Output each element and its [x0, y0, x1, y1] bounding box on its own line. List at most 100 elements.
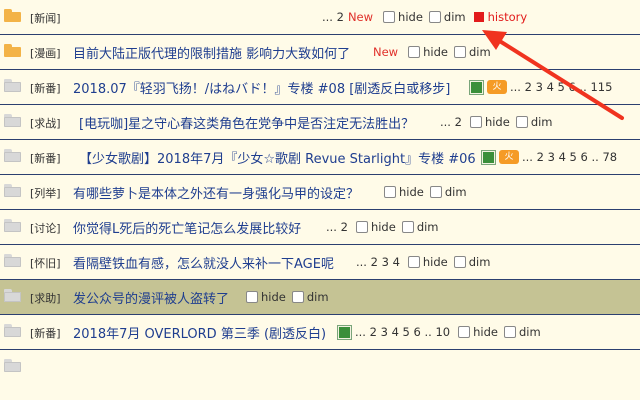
- dim-label: dim: [530, 115, 553, 129]
- dim-label: dim: [468, 255, 491, 269]
- topic-tag[interactable]: [新番]: [30, 150, 61, 166]
- folder-icon: [4, 254, 21, 267]
- history-link[interactable]: history: [488, 10, 528, 24]
- page-links[interactable]: ... 2 3 4: [356, 255, 400, 269]
- topic-title[interactable]: 【少女歌剧】2018年7月『少女☆歌剧 Revue Starlight』专楼 #…: [79, 148, 476, 167]
- topic-row: [求助] 发公众号的漫评被人盗转了 hide dim: [0, 280, 640, 315]
- topic-meta: 火 ... 2 3 4 5 6 .. 115: [466, 79, 616, 95]
- topic-title[interactable]: 目前大陆正版代理的限制措施 影响力大致如何了: [73, 43, 350, 62]
- topic-row: [新番] 2018年7月 OVERLORD 第三季 (剧透反白) ... 2 3…: [0, 315, 640, 350]
- dim-checkbox[interactable]: [401, 221, 414, 233]
- page-links[interactable]: ... 2: [326, 220, 348, 234]
- topic-tag[interactable]: [漫画]: [30, 45, 61, 61]
- hide-checkbox[interactable]: [458, 326, 471, 338]
- topic-meta: ... 2 New hide dim history: [322, 10, 527, 24]
- folder-icon: [4, 149, 21, 162]
- topic-tag[interactable]: [新闻]: [30, 10, 61, 26]
- topic-title[interactable]: 你觉得L死后的死亡笔记怎么发展比较好: [73, 218, 301, 237]
- topic-row: [新番] 【少女歌剧】2018年7月『少女☆歌剧 Revue Starlight…: [0, 140, 640, 175]
- topic-tag[interactable]: [新番]: [30, 80, 61, 96]
- hide-checkbox[interactable]: [355, 221, 368, 233]
- folder-icon: [4, 79, 21, 92]
- topic-title[interactable]: 看隔壁铁血有感，怎么就没人来补一下AGE呢: [73, 253, 334, 272]
- topic-meta: ... 2 hide dim: [440, 115, 555, 129]
- dim-checkbox[interactable]: [503, 326, 516, 338]
- topic-meta: 火 ... 2 3 4 5 6 .. 78: [478, 149, 621, 165]
- folder-icon: [4, 219, 21, 232]
- topic-row: [新番] 2018.07『轻羽飞扬！/はねバド！』专楼 #08 [剧透反白或移步…: [0, 70, 640, 105]
- hide-label: hide: [399, 185, 424, 199]
- topic-row: [求战] [电玩咖]星之守心春这类角色在党争中是否注定无法胜出？ ... 2 h…: [0, 105, 640, 140]
- hot-fire-icon: 火: [499, 150, 519, 164]
- topic-tag[interactable]: [怀旧]: [30, 255, 61, 271]
- image-icon: [469, 79, 484, 95]
- topic-row: [新闻] ... 2 New hide dim history: [0, 0, 640, 35]
- topic-list: [新闻] ... 2 New hide dim history [漫画] 目前大…: [0, 0, 640, 400]
- hide-checkbox[interactable]: [246, 291, 258, 303]
- new-badge: New: [347, 10, 374, 24]
- hide-label: hide: [423, 45, 448, 59]
- hide-label: hide: [370, 220, 396, 234]
- history-square-icon[interactable]: [473, 12, 484, 22]
- topic-title[interactable]: 2018年7月 OVERLORD 第三季 (剧透反白): [73, 323, 326, 342]
- page-links[interactable]: ... 2 3 4 5 6 .. 10: [355, 325, 450, 339]
- new-badge: New: [373, 45, 399, 59]
- dim-label: dim: [443, 10, 466, 24]
- hide-label: hide: [398, 10, 423, 24]
- topic-title[interactable]: 2018.07『轻羽飞扬！/はねバド！』专楼 #08 [剧透反白或移步]: [73, 78, 450, 97]
- hide-label: hide: [422, 255, 448, 269]
- dim-checkbox[interactable]: [453, 256, 466, 268]
- hide-checkbox[interactable]: [384, 186, 396, 198]
- topic-row: [怀旧] 看隔壁铁血有感，怎么就没人来补一下AGE呢 ... 2 3 4 hid…: [0, 245, 640, 280]
- dim-checkbox[interactable]: [453, 46, 466, 58]
- dim-label: dim: [444, 185, 467, 199]
- topic-meta: ... 2 3 4 5 6 .. 10 hide dim: [334, 324, 543, 340]
- dim-label: dim: [468, 45, 491, 59]
- topic-meta: hide dim: [380, 185, 469, 199]
- hot-fire-icon: 火: [487, 80, 507, 94]
- page-links[interactable]: ... 2: [322, 10, 344, 24]
- hide-label: hide: [261, 290, 286, 304]
- topic-title[interactable]: 有哪些萝卜是本体之外还有一身强化马甲的设定？: [73, 183, 359, 202]
- topic-title[interactable]: [电玩咖]星之守心春这类角色在党争中是否注定无法胜出？: [79, 113, 414, 132]
- topic-row: [列举] 有哪些萝卜是本体之外还有一身强化马甲的设定？ hide dim: [0, 175, 640, 210]
- topic-row: [漫画] 目前大陆正版代理的限制措施 影响力大致如何了 New hide dim: [0, 35, 640, 70]
- folder-icon: [4, 9, 21, 22]
- hide-checkbox[interactable]: [383, 11, 396, 23]
- hide-label: hide: [484, 115, 510, 129]
- image-icon: [481, 149, 496, 165]
- folder-icon: [4, 184, 21, 197]
- topic-meta: ... 2 3 4 hide dim: [356, 255, 492, 269]
- topic-row-partial: [0, 350, 640, 400]
- hide-checkbox[interactable]: [407, 256, 420, 268]
- topic-tag[interactable]: [求战]: [30, 115, 61, 131]
- dim-checkbox[interactable]: [428, 11, 441, 23]
- topic-row: [讨论] 你觉得L死后的死亡笔记怎么发展比较好 ... 2 hide dim: [0, 210, 640, 245]
- page-links[interactable]: ... 2: [440, 115, 462, 129]
- hide-checkbox[interactable]: [408, 46, 421, 58]
- dim-checkbox[interactable]: [429, 186, 442, 198]
- topic-meta: New hide dim: [373, 45, 493, 59]
- dim-checkbox[interactable]: [515, 116, 528, 128]
- page-links[interactable]: ... 2 3 4 5 6 .. 78: [522, 150, 617, 164]
- folder-icon: [4, 44, 21, 57]
- dim-label: dim: [518, 325, 541, 339]
- topic-tag[interactable]: [新番]: [30, 325, 61, 341]
- dim-label: dim: [306, 290, 329, 304]
- topic-tag[interactable]: [求助]: [30, 290, 61, 306]
- topic-tag[interactable]: [讨论]: [30, 220, 61, 236]
- image-icon: [337, 324, 352, 340]
- topic-meta: ... 2 hide dim: [326, 220, 441, 234]
- dim-checkbox[interactable]: [291, 291, 304, 303]
- folder-icon: [4, 324, 21, 337]
- hide-checkbox[interactable]: [469, 116, 482, 128]
- hide-label: hide: [473, 325, 498, 339]
- folder-icon: [4, 289, 21, 302]
- dim-label: dim: [416, 220, 439, 234]
- topic-meta: hide dim: [242, 290, 331, 304]
- folder-icon: [4, 359, 21, 372]
- folder-icon: [4, 114, 21, 127]
- topic-tag[interactable]: [列举]: [30, 185, 61, 201]
- topic-title[interactable]: 发公众号的漫评被人盗转了: [73, 288, 229, 307]
- page-links[interactable]: ... 2 3 4 5 6 .. 115: [510, 80, 612, 94]
